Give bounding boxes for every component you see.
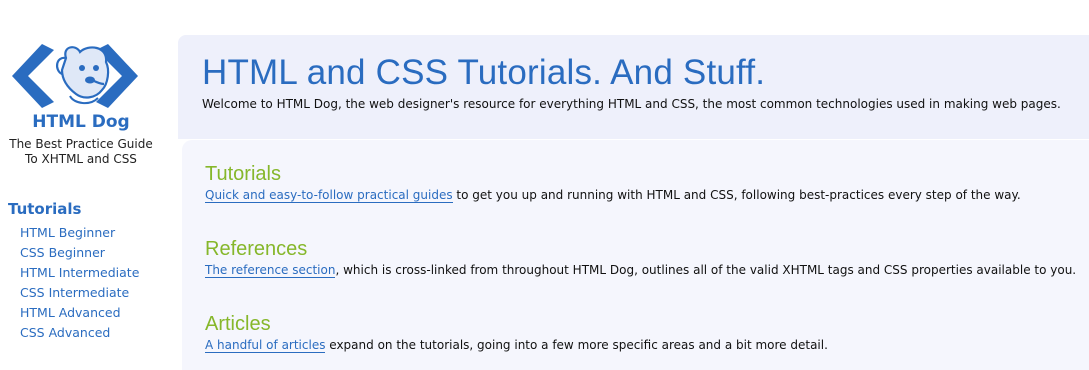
- welcome-text: Welcome to HTML Dog, the web designer's …: [202, 97, 1061, 111]
- section-text-articles: A handful of articles expand on the tuto…: [205, 337, 828, 353]
- section-text-tutorials: Quick and easy-to-follow practical guide…: [205, 187, 1021, 203]
- tagline-line-2: To XHTML and CSS: [25, 152, 137, 166]
- section-body-references: , which is cross-linked from throughout …: [335, 263, 1077, 277]
- sidebar-item-css-intermediate[interactable]: CSS Intermediate: [20, 283, 139, 303]
- brand-tagline: The Best Practice Guide To XHTML and CSS: [0, 137, 162, 167]
- section-heading-references: References: [205, 238, 308, 260]
- section-heading-articles: Articles: [205, 313, 271, 335]
- section-text-references: The reference section, which is cross-li…: [205, 262, 1076, 278]
- section-body-articles: expand on the tutorials, going into a fe…: [325, 338, 828, 352]
- dog-logo-icon[interactable]: [10, 40, 140, 110]
- section-heading-tutorials: Tutorials: [205, 163, 281, 185]
- link-practical-guides[interactable]: Quick and easy-to-follow practical guide…: [205, 188, 453, 203]
- section-body-tutorials: to get you up and running with HTML and …: [452, 188, 1021, 202]
- sidebar-item-css-beginner[interactable]: CSS Beginner: [20, 243, 139, 263]
- sidebar-item-html-beginner[interactable]: HTML Beginner: [20, 223, 139, 243]
- link-articles[interactable]: A handful of articles: [205, 338, 326, 353]
- sidebar-nav: HTML Beginner CSS Beginner HTML Intermed…: [20, 223, 139, 343]
- page-title: HTML and CSS Tutorials. And Stuff.: [202, 53, 766, 92]
- sidebar-heading-tutorials[interactable]: Tutorials: [8, 200, 81, 218]
- section-references: References The reference section, which …: [205, 237, 1076, 278]
- sidebar-item-css-advanced[interactable]: CSS Advanced: [20, 323, 139, 343]
- header-panel: HTML and CSS Tutorials. And Stuff. Welco…: [178, 35, 1089, 139]
- section-articles: Articles A handful of articles expand on…: [205, 312, 828, 353]
- link-reference-section[interactable]: The reference section: [205, 263, 336, 278]
- content-panel: Tutorials Quick and easy-to-follow pract…: [182, 140, 1089, 370]
- sidebar-item-html-intermediate[interactable]: HTML Intermediate: [20, 263, 139, 283]
- sidebar-item-html-advanced[interactable]: HTML Advanced: [20, 303, 139, 323]
- sidebar: HTML Dog The Best Practice Guide To XHTM…: [0, 0, 168, 359]
- section-tutorials: Tutorials Quick and easy-to-follow pract…: [205, 162, 1021, 203]
- tagline-line-1: The Best Practice Guide: [9, 137, 153, 151]
- brand-name[interactable]: HTML Dog: [0, 112, 162, 132]
